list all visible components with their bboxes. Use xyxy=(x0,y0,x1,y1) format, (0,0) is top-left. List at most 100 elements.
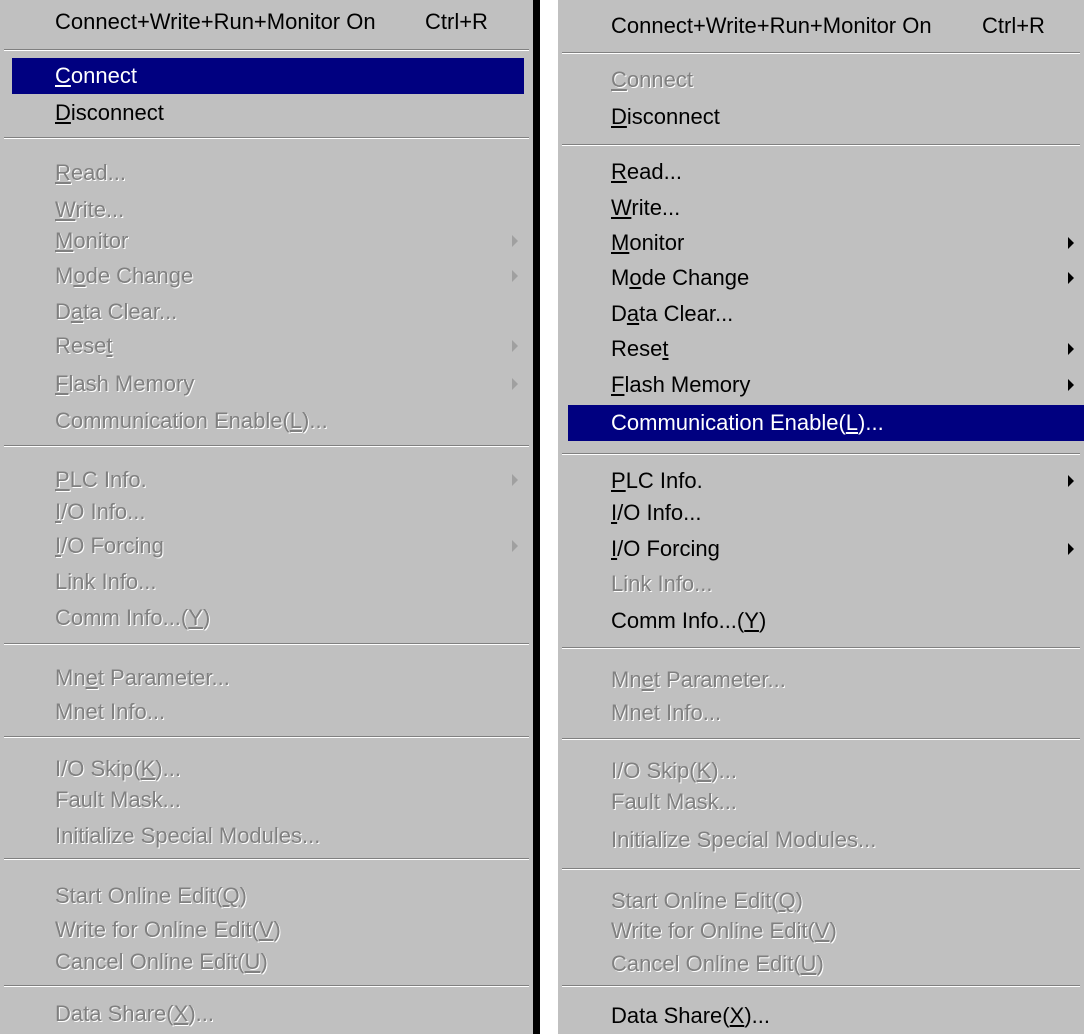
menu-item-label: Data Clear... xyxy=(55,299,178,324)
menu-separator xyxy=(562,144,1080,146)
menu-item-initialize-special-modules: Initialize Special Modules... xyxy=(0,818,533,854)
menu-item-label: Mnet Info... xyxy=(55,699,166,724)
menu-item-read[interactable]: Read... xyxy=(558,154,1084,190)
menu-separator xyxy=(4,137,529,139)
submenu-arrow-icon xyxy=(1068,343,1074,355)
menu-item-mnet-parameter: Mnet Parameter... xyxy=(0,660,533,696)
menu-item-label: Connect+Write+Run+Monitor On xyxy=(55,9,376,34)
menu-item-link-info: Link Info... xyxy=(0,564,533,600)
menu-item-label: Reset xyxy=(55,333,113,358)
menu-item-mode-change[interactable]: Mode Change xyxy=(558,260,1084,296)
menu-item-label: Fault Mask... xyxy=(611,789,737,814)
online-menu-connected-state: Connect+Write+Run+Monitor On Ctrl+R Connec… xyxy=(555,0,1084,1034)
menu-item-connect: Connect xyxy=(558,62,1084,98)
menu-item-communication-enable-l: Communication Enable(L)... xyxy=(0,403,533,439)
menu-item-label: Initialize Special Modules... xyxy=(55,823,321,848)
menu-item-label: Mode Change xyxy=(611,265,750,290)
menu-item-label: Link Info... xyxy=(611,571,713,596)
menu-item-label: I/O Info... xyxy=(611,500,702,525)
menu-separator xyxy=(562,985,1080,987)
menu-item-comm-info-y: Comm Info...(Y) xyxy=(0,600,533,636)
menu-item-disconnect[interactable]: Disconnect xyxy=(558,99,1084,135)
menu-item-label: Initialize Special Modules... xyxy=(611,827,877,852)
menu-item-i-o-info[interactable]: I/O Info... xyxy=(558,495,1084,531)
menu-item-label: Communication Enable(L)... xyxy=(611,410,884,435)
menu-item-write-for-online-edit-v: Write for Online Edit(V) xyxy=(558,913,1084,949)
menu-item-label: PLC Info. xyxy=(55,467,147,492)
menu-item-monitor[interactable]: Monitor xyxy=(558,225,1084,261)
menu-item-write[interactable]: Write... xyxy=(558,190,1084,226)
menu-item-reset: Reset xyxy=(0,328,533,364)
menu-item-cancel-online-edit-u: Cancel Online Edit(U) xyxy=(558,946,1084,982)
menu-item-label: Communication Enable(L)... xyxy=(55,408,328,433)
submenu-arrow-icon xyxy=(1068,543,1074,555)
menu-item-label: Read... xyxy=(611,159,682,184)
menu-item-read: Read... xyxy=(0,155,533,191)
menu-item-label: Reset xyxy=(611,336,669,361)
menu-item-label: PLC Info. xyxy=(611,468,703,493)
submenu-arrow-icon xyxy=(512,340,518,352)
menu-item-label: Disconnect xyxy=(55,100,164,125)
menu-separator xyxy=(562,738,1080,740)
menu-item-label: Disconnect xyxy=(611,104,720,129)
menu-item-label: Start Online Edit(Q) xyxy=(55,883,247,908)
submenu-arrow-icon xyxy=(512,378,518,390)
menu-item-flash-memory: Flash Memory xyxy=(0,366,533,402)
submenu-arrow-icon xyxy=(1068,272,1074,284)
menu-separator xyxy=(4,985,529,987)
menu-separator xyxy=(562,868,1080,870)
menu-separator xyxy=(4,643,529,645)
menu-separator xyxy=(4,445,529,447)
menu-item-i-o-forcing[interactable]: I/O Forcing xyxy=(558,531,1084,567)
menu-item-label: Data Clear... xyxy=(611,301,734,326)
menu-item-data-clear: Data Clear... xyxy=(0,294,533,330)
menu-item-initialize-special-modules: Initialize Special Modules... xyxy=(558,822,1084,858)
menu-item-shortcut: Ctrl+R xyxy=(982,13,1045,38)
menu-item-label: Flash Memory xyxy=(611,372,751,397)
menu-item-data-clear[interactable]: Data Clear... xyxy=(558,296,1084,332)
menu-item-link-info: Link Info... xyxy=(558,566,1084,602)
menu-item-disconnect[interactable]: Disconnect xyxy=(0,95,533,131)
menu-item-label: Comm Info...(Y) xyxy=(55,605,211,630)
menu-item-label: Write for Online Edit(V) xyxy=(55,917,281,942)
menu-item-cancel-online-edit-u: Cancel Online Edit(U) xyxy=(0,944,533,980)
menu-item-label: Mode Change xyxy=(55,263,194,288)
menu-item-label: Connect xyxy=(55,63,137,88)
menu-item-data-share-x[interactable]: Data Share(X)... xyxy=(558,998,1084,1034)
menu-item-label: Monitor xyxy=(55,228,129,253)
menu-item-comm-info-y[interactable]: Comm Info...(Y) xyxy=(558,603,1084,639)
menu-item-label: Mnet Parameter... xyxy=(611,667,786,692)
menu-item-communication-enable-l[interactable]: Communication Enable(L)... xyxy=(568,405,1084,441)
submenu-arrow-icon xyxy=(1068,475,1074,487)
menu-item-reset[interactable]: Reset xyxy=(558,331,1084,367)
menu-item-flash-memory[interactable]: Flash Memory xyxy=(558,367,1084,403)
submenu-arrow-icon xyxy=(1068,237,1074,249)
submenu-arrow-icon xyxy=(1068,379,1074,391)
menu-item-write-for-online-edit-v: Write for Online Edit(V) xyxy=(0,912,533,948)
menu-item-label: Fault Mask... xyxy=(55,787,181,812)
menu-item-label: Link Info... xyxy=(55,569,157,594)
menu-item-label: Mnet Parameter... xyxy=(55,665,230,690)
menu-item-label: Data Share(X)... xyxy=(55,1001,214,1026)
online-menu-disconnected-state: Connect+Write+Run+Monitor On Ctrl+R Connec… xyxy=(0,0,540,1034)
menu-item-fault-mask: Fault Mask... xyxy=(0,782,533,818)
menu-item-connect-write-run-monitor-on[interactable]: Connect+Write+Run+Monitor On Ctrl+R xyxy=(558,8,1084,44)
menu-separator xyxy=(4,858,529,860)
submenu-arrow-icon xyxy=(512,474,518,486)
submenu-arrow-icon xyxy=(512,235,518,247)
menu-item-label: I/O Forcing xyxy=(55,533,164,558)
menu-item-label: Cancel Online Edit(U) xyxy=(55,949,268,974)
menu-item-mnet-parameter: Mnet Parameter... xyxy=(558,662,1084,698)
menu-item-label: Monitor xyxy=(611,230,685,255)
submenu-arrow-icon xyxy=(512,270,518,282)
menu-item-label: Comm Info...(Y) xyxy=(611,608,767,633)
menu-item-plc-info[interactable]: PLC Info. xyxy=(558,463,1084,499)
submenu-arrow-icon xyxy=(512,540,518,552)
menu-item-label: Connect xyxy=(611,67,693,92)
menu-item-start-online-edit-q: Start Online Edit(Q) xyxy=(0,878,533,914)
menu-item-label: I/O Info... xyxy=(55,499,146,524)
menu-item-i-o-info: I/O Info... xyxy=(0,494,533,530)
menu-item-shortcut: Ctrl+R xyxy=(425,9,488,34)
menu-item-connect[interactable]: Connect xyxy=(12,58,524,94)
menu-item-connect-write-run-monitor-on[interactable]: Connect+Write+Run+Monitor On Ctrl+R xyxy=(0,4,533,40)
